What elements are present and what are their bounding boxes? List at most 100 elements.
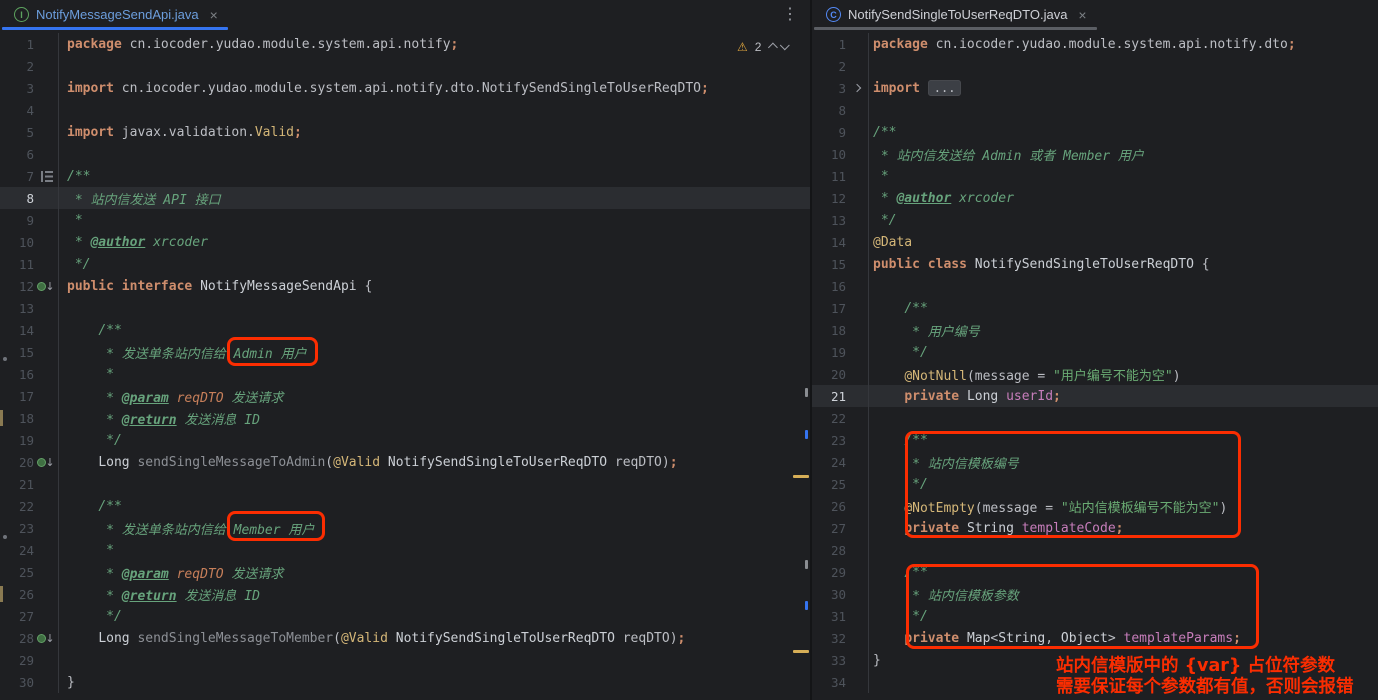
line-number[interactable]: 29	[812, 565, 846, 580]
line-number[interactable]: 32	[812, 631, 846, 646]
code-line[interactable]: 31 */	[812, 605, 1378, 627]
line-number[interactable]: 3	[812, 81, 846, 96]
code-line[interactable]: 22 /**	[0, 495, 810, 517]
code-line[interactable]: 18 * 用户编号	[812, 319, 1378, 341]
line-number[interactable]: 33	[812, 653, 846, 668]
error-stripe-mark[interactable]	[805, 430, 808, 439]
line-number[interactable]: 10	[812, 147, 846, 162]
code-line[interactable]: 9 *	[0, 209, 810, 231]
line-number[interactable]: 16	[0, 367, 34, 382]
line-number[interactable]: 7	[0, 169, 34, 184]
line-number[interactable]: 23	[0, 521, 34, 536]
line-number[interactable]: 22	[0, 499, 34, 514]
code-line[interactable]: 20↓ Long sendSingleMessageToAdmin(@Valid…	[0, 451, 810, 473]
line-number[interactable]: 25	[812, 477, 846, 492]
line-number[interactable]: 4	[0, 103, 34, 118]
implemented-marker-icon[interactable]: ↓	[37, 633, 54, 644]
line-number[interactable]: 22	[812, 411, 846, 426]
line-number[interactable]: 19	[0, 433, 34, 448]
code-line[interactable]: 28	[812, 539, 1378, 561]
code-line[interactable]: 13	[0, 297, 810, 319]
code-line[interactable]: 23 * 发送单条站内信给 Member 用户	[0, 517, 810, 539]
code-line[interactable]: 25 * @param reqDTO 发送请求	[0, 561, 810, 583]
line-number[interactable]: 31	[812, 609, 846, 624]
code-line[interactable]: 14@Data	[812, 231, 1378, 253]
tab-close-icon[interactable]: ×	[1078, 8, 1086, 22]
line-number[interactable]: 2	[812, 59, 846, 74]
line-number[interactable]: 2	[0, 59, 34, 74]
code-line[interactable]: 18 * @return 发送消息 ID	[0, 407, 810, 429]
line-number[interactable]: 28	[812, 543, 846, 558]
line-number[interactable]: 3	[0, 81, 34, 96]
code-line[interactable]: 22	[812, 407, 1378, 429]
code-line[interactable]: 24 * 站内信模板编号	[812, 451, 1378, 473]
code-line[interactable]: 13 */	[812, 209, 1378, 231]
code-line[interactable]: 11 */	[0, 253, 810, 275]
code-line[interactable]: 26 @NotEmpty(message = "站内信模板编号不能为空")	[812, 495, 1378, 517]
line-number[interactable]: 21	[812, 389, 846, 404]
line-number[interactable]: 26	[812, 499, 846, 514]
code-line[interactable]: 8	[812, 99, 1378, 121]
error-stripe-mark[interactable]	[805, 560, 808, 569]
line-number[interactable]: 17	[812, 301, 846, 316]
code-line[interactable]: 5import javax.validation.Valid;	[0, 121, 810, 143]
code-line[interactable]: 4	[0, 99, 810, 121]
line-number[interactable]: 1	[0, 37, 34, 52]
code-line[interactable]: 12↓public interface NotifyMessageSendApi…	[0, 275, 810, 297]
line-number[interactable]: 6	[0, 147, 34, 162]
code-line[interactable]: 1package cn.iocoder.yudao.module.system.…	[0, 33, 810, 55]
code-line[interactable]: 24 *	[0, 539, 810, 561]
code-line[interactable]: 17 * @param reqDTO 发送请求	[0, 385, 810, 407]
code-line[interactable]: 30 * 站内信模板参数	[812, 583, 1378, 605]
code-line[interactable]: 14 /**	[0, 319, 810, 341]
error-stripe-mark[interactable]	[805, 601, 808, 610]
line-number[interactable]: 24	[812, 455, 846, 470]
line-number[interactable]: 20	[0, 455, 34, 470]
line-number[interactable]: 12	[812, 191, 846, 206]
code-line[interactable]: 8 * 站内信发送 API 接口	[0, 187, 810, 209]
code-line[interactable]: 2	[812, 55, 1378, 77]
code-line[interactable]: 15 * 发送单条站内信给 Admin 用户	[0, 341, 810, 363]
code-line[interactable]: 3import cn.iocoder.yudao.module.system.a…	[0, 77, 810, 99]
code-line[interactable]: 34	[812, 671, 1378, 693]
line-number[interactable]: 30	[812, 587, 846, 602]
line-number[interactable]: 26	[0, 587, 34, 602]
tab-notify-message-send-api[interactable]: I NotifyMessageSendApi.java ×	[2, 0, 228, 29]
code-line[interactable]: 15public class NotifySendSingleToUserReq…	[812, 253, 1378, 275]
line-number[interactable]: 1	[812, 37, 846, 52]
code-line[interactable]: 2	[0, 55, 810, 77]
line-number[interactable]: 15	[812, 257, 846, 272]
code-line[interactable]: 16	[812, 275, 1378, 297]
line-number[interactable]: 24	[0, 543, 34, 558]
line-number[interactable]: 12	[0, 279, 34, 294]
code-line[interactable]: 6	[0, 143, 810, 165]
line-number[interactable]: 14	[0, 323, 34, 338]
code-line[interactable]: 1package cn.iocoder.yudao.module.system.…	[812, 33, 1378, 55]
implemented-marker-icon[interactable]: ↓	[37, 281, 54, 292]
code-line[interactable]: 28↓ Long sendSingleMessageToMember(@Vali…	[0, 627, 810, 649]
code-line[interactable]: 29	[0, 649, 810, 671]
line-number[interactable]: 14	[812, 235, 846, 250]
code-line[interactable]: 32 private Map<String, Object> templateP…	[812, 627, 1378, 649]
line-number[interactable]: 16	[812, 279, 846, 294]
code-line[interactable]: 7/**	[0, 165, 810, 187]
line-number[interactable]: 27	[0, 609, 34, 624]
fold-expand-icon[interactable]	[853, 84, 861, 92]
line-number[interactable]: 29	[0, 653, 34, 668]
code-line[interactable]: 27 */	[0, 605, 810, 627]
line-number[interactable]: 11	[0, 257, 34, 272]
tab-options-kebab-icon[interactable]: ⋮	[782, 5, 798, 25]
code-line[interactable]: 10 * @author xrcoder	[0, 231, 810, 253]
line-number[interactable]: 20	[812, 367, 846, 382]
line-number[interactable]: 27	[812, 521, 846, 536]
code-line[interactable]: 12 * @author xrcoder	[812, 187, 1378, 209]
tab-notify-send-single-to-user-req-dto[interactable]: C NotifySendSingleToUserReqDTO.java ×	[814, 0, 1097, 29]
render-docs-icon[interactable]	[41, 171, 52, 182]
line-number[interactable]: 13	[812, 213, 846, 228]
code-line[interactable]: 29 /**	[812, 561, 1378, 583]
line-number[interactable]: 8	[0, 191, 34, 206]
line-number[interactable]: 18	[0, 411, 34, 426]
line-number[interactable]: 19	[812, 345, 846, 360]
code-line[interactable]: 25 */	[812, 473, 1378, 495]
code-line[interactable]: 10 * 站内信发送给 Admin 或者 Member 用户	[812, 143, 1378, 165]
